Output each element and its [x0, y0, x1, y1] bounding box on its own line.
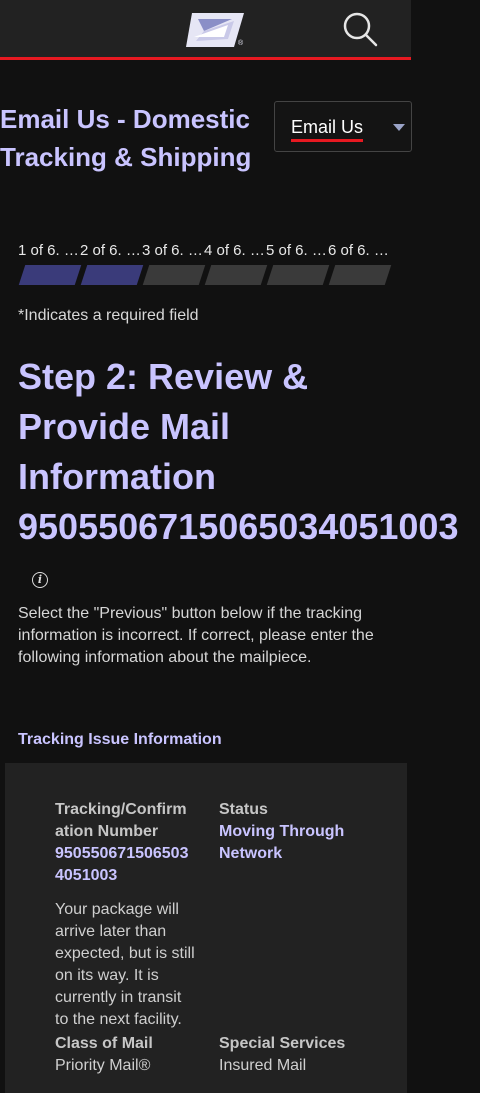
progress-step-1: 1 of 6. Completed: [18, 240, 82, 285]
page-title: Email Us - Domestic Tracking & Shipping: [0, 100, 262, 176]
progress-step-label: 4 of 6. Not started: [204, 242, 266, 259]
status-value: Moving Through Network: [219, 823, 345, 862]
page-title-line-2: Tracking & Shipping: [0, 142, 252, 172]
svg-text:®: ®: [238, 39, 244, 47]
required-field-note: *Indicates a required field: [18, 307, 199, 324]
special-services-label: Special Services: [219, 1035, 346, 1052]
progress-step-3: 3 of 6. Not started: [142, 240, 206, 285]
progress-step-label: 1 of 6. Completed: [18, 242, 80, 259]
progress-step-5: 5 of 6. Not started: [266, 240, 330, 285]
top-nav-bar: ®: [0, 0, 411, 60]
progress-step-label: 6 of 6. Not started: [328, 242, 390, 259]
progress-step-bar: [328, 265, 392, 285]
page-title-line-1: Email Us - Domestic: [0, 104, 250, 134]
status-column: Status Moving Through Network: [219, 799, 369, 865]
status-description: Your package will arrive later than expe…: [55, 901, 195, 1028]
caret-down-icon: [393, 124, 405, 131]
tracking-number-value: 9505506715065034051003: [55, 845, 189, 884]
progress-step-4: 4 of 6. Not started: [204, 240, 268, 285]
status-label: Status: [219, 801, 268, 818]
usps-eagle-logo-icon[interactable]: ®: [184, 11, 248, 49]
step-heading-line-3: Information: [18, 456, 216, 497]
special-services-value: Insured Mail: [219, 1057, 307, 1074]
progress-step-label: 2 of 6. Current: [80, 242, 142, 259]
special-services-column: Special Services Insured Mail: [219, 1033, 389, 1077]
contact-method-selected-value: Email Us: [291, 116, 364, 142]
instructions-text: Select the "Previous" button below if th…: [18, 605, 374, 666]
tracking-issue-panel: Tracking/Confirmation Number 95055067150…: [5, 763, 407, 1093]
tracking-number-column: Tracking/Confirmation Number 95055067150…: [55, 799, 195, 1031]
step-heading-line-2: Provide Mail: [18, 406, 231, 447]
progress-step-6: 6 of 6. Not started: [328, 240, 392, 285]
tracking-issue-section-title: Tracking Issue Information: [18, 731, 222, 748]
class-of-mail-label: Class of Mail: [55, 1035, 153, 1052]
progress-step-bar: [266, 265, 330, 285]
progress-step-bar: [142, 265, 206, 285]
info-icon[interactable]: i: [32, 572, 48, 588]
contact-method-select[interactable]: Email Us: [274, 101, 412, 152]
progress-step-bar: [18, 265, 82, 285]
class-of-mail-value: Priority Mail®: [55, 1057, 151, 1074]
step-heading-tracking-number: 9505506715065034051003: [18, 506, 459, 547]
progress-step-bar: [204, 265, 268, 285]
progress-step-2: 2 of 6. Current: [80, 240, 144, 285]
progress-step-label: 5 of 6. Not started: [266, 242, 328, 259]
search-icon[interactable]: [340, 9, 380, 49]
class-of-mail-column: Class of Mail Priority Mail®: [55, 1033, 205, 1077]
step-heading-line-1: Step 2: Review &: [18, 356, 309, 397]
tracking-number-label: Tracking/Confirmation Number: [55, 801, 187, 840]
step-heading: Step 2: Review & Provide Mail Informatio…: [18, 352, 480, 552]
progress-step-label: 3 of 6. Not started: [142, 242, 204, 259]
progress-step-bar: [80, 265, 144, 285]
